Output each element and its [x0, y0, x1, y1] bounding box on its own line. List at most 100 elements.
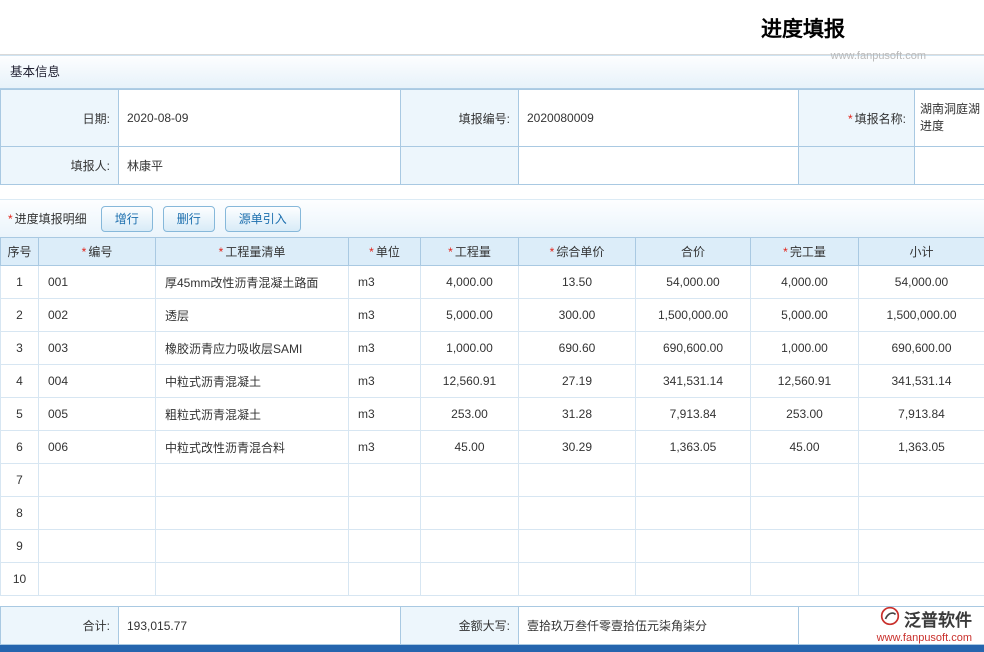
fanpu-brand-name: 泛普软件 — [904, 606, 972, 631]
date-field[interactable]: 2020-08-09 — [119, 90, 401, 147]
data-cell[interactable]: 001 — [39, 266, 156, 299]
report-no-field[interactable]: 2020080009 — [519, 90, 799, 147]
data-cell[interactable]: 004 — [39, 365, 156, 398]
data-cell[interactable] — [349, 464, 421, 497]
data-cell[interactable]: 31.28 — [519, 398, 636, 431]
data-cell[interactable] — [859, 563, 984, 596]
data-cell[interactable]: 粗粒式沥青混凝土 — [156, 398, 349, 431]
data-cell[interactable] — [39, 530, 156, 563]
data-cell[interactable]: 300.00 — [519, 299, 636, 332]
data-cell[interactable]: 7,913.84 — [859, 398, 984, 431]
data-cell[interactable] — [421, 563, 519, 596]
data-cell[interactable] — [156, 563, 349, 596]
data-cell[interactable]: 橡胶沥青应力吸收层SAMI — [156, 332, 349, 365]
column-header-label: 综合单价 — [556, 245, 604, 259]
data-cell[interactable] — [751, 530, 859, 563]
data-cell[interactable]: 1,500,000.00 — [636, 299, 751, 332]
column-header-label: 合价 — [681, 245, 705, 259]
data-cell[interactable]: m3 — [349, 266, 421, 299]
data-cell[interactable] — [859, 530, 984, 563]
data-cell[interactable]: 253.00 — [751, 398, 859, 431]
data-cell[interactable] — [751, 563, 859, 596]
data-cell[interactable]: 透层 — [156, 299, 349, 332]
data-cell[interactable] — [519, 497, 636, 530]
data-cell[interactable]: 12,560.91 — [751, 365, 859, 398]
data-cell[interactable]: 253.00 — [421, 398, 519, 431]
data-cell[interactable]: 4,000.00 — [751, 266, 859, 299]
data-cell[interactable]: 5,000.00 — [751, 299, 859, 332]
data-cell[interactable]: 005 — [39, 398, 156, 431]
detail-toolbar: *进度填报明细 增行 删行 源单引入 — [0, 199, 984, 237]
data-cell[interactable] — [519, 464, 636, 497]
required-asterisk: * — [369, 245, 374, 259]
data-cell[interactable]: m3 — [349, 398, 421, 431]
data-cell[interactable]: 002 — [39, 299, 156, 332]
data-cell[interactable]: 中粒式改性沥青混合料 — [156, 431, 349, 464]
data-cell[interactable] — [636, 464, 751, 497]
data-cell[interactable] — [636, 497, 751, 530]
data-cell[interactable]: m3 — [349, 299, 421, 332]
data-cell[interactable] — [859, 464, 984, 497]
data-cell[interactable] — [751, 497, 859, 530]
data-cell[interactable]: 厚45mm改性沥青混凝土路面 — [156, 266, 349, 299]
data-cell[interactable]: m3 — [349, 332, 421, 365]
data-cell[interactable] — [349, 563, 421, 596]
column-header-1: *编号 — [39, 238, 156, 266]
data-cell[interactable] — [156, 464, 349, 497]
totals-footer: 合计: 193,015.77 金额大写: 壹拾玖万叁仟零壹拾伍元柒角柒分 — [0, 606, 984, 645]
basic-info-form: 日期: 2020-08-09 填报编号: 2020080009 *填报名称: 湖… — [0, 89, 984, 185]
data-cell[interactable]: m3 — [349, 431, 421, 464]
delete-row-button[interactable]: 删行 — [163, 206, 215, 232]
data-cell[interactable]: 341,531.14 — [636, 365, 751, 398]
data-cell[interactable]: 1,000.00 — [421, 332, 519, 365]
data-cell[interactable]: 45.00 — [421, 431, 519, 464]
data-cell[interactable]: 12,560.91 — [421, 365, 519, 398]
data-cell[interactable] — [421, 530, 519, 563]
data-cell[interactable]: 27.19 — [519, 365, 636, 398]
data-cell[interactable] — [636, 530, 751, 563]
data-cell[interactable]: 003 — [39, 332, 156, 365]
data-cell[interactable]: 1,500,000.00 — [859, 299, 984, 332]
source-import-button[interactable]: 源单引入 — [225, 206, 301, 232]
data-cell[interactable]: 1,363.05 — [859, 431, 984, 464]
data-cell[interactable]: 5,000.00 — [421, 299, 519, 332]
data-cell[interactable]: 4,000.00 — [421, 266, 519, 299]
data-cell[interactable] — [39, 563, 156, 596]
data-cell[interactable] — [156, 530, 349, 563]
data-cell[interactable] — [751, 464, 859, 497]
data-cell[interactable] — [421, 497, 519, 530]
table-row: 1001厚45mm改性沥青混凝土路面m34,000.0013.5054,000.… — [1, 266, 984, 299]
data-cell[interactable]: 006 — [39, 431, 156, 464]
data-cell[interactable]: 13.50 — [519, 266, 636, 299]
data-cell[interactable] — [519, 530, 636, 563]
data-cell[interactable] — [636, 563, 751, 596]
data-cell[interactable] — [421, 464, 519, 497]
table-row: 4004中粒式沥青混凝土m312,560.9127.19341,531.1412… — [1, 365, 984, 398]
data-cell[interactable] — [39, 497, 156, 530]
data-cell[interactable] — [349, 530, 421, 563]
report-name-field[interactable]: 湖南洞庭湖进度 — [915, 90, 984, 147]
data-cell[interactable]: 690.60 — [519, 332, 636, 365]
data-cell[interactable] — [859, 497, 984, 530]
data-cell[interactable] — [156, 497, 349, 530]
data-cell[interactable]: 690,600.00 — [636, 332, 751, 365]
reporter-label: 填报人: — [1, 147, 119, 185]
data-cell[interactable]: 7,913.84 — [636, 398, 751, 431]
data-cell[interactable]: 中粒式沥青混凝土 — [156, 365, 349, 398]
fanpu-brand-name-row: 泛普软件 — [877, 606, 972, 631]
add-row-button[interactable]: 增行 — [101, 206, 153, 232]
data-cell[interactable] — [519, 563, 636, 596]
data-cell[interactable]: 1,000.00 — [751, 332, 859, 365]
reporter-field[interactable]: 林康平 — [119, 147, 401, 185]
data-cell[interactable]: 1,363.05 — [636, 431, 751, 464]
data-cell[interactable]: m3 — [349, 365, 421, 398]
data-cell[interactable]: 341,531.14 — [859, 365, 984, 398]
data-cell[interactable]: 54,000.00 — [636, 266, 751, 299]
data-cell[interactable]: 30.29 — [519, 431, 636, 464]
data-cell[interactable]: 54,000.00 — [859, 266, 984, 299]
data-cell[interactable]: 690,600.00 — [859, 332, 984, 365]
data-cell[interactable] — [349, 497, 421, 530]
form-row-1: 日期: 2020-08-09 填报编号: 2020080009 *填报名称: 湖… — [1, 90, 984, 147]
data-cell[interactable]: 45.00 — [751, 431, 859, 464]
data-cell[interactable] — [39, 464, 156, 497]
